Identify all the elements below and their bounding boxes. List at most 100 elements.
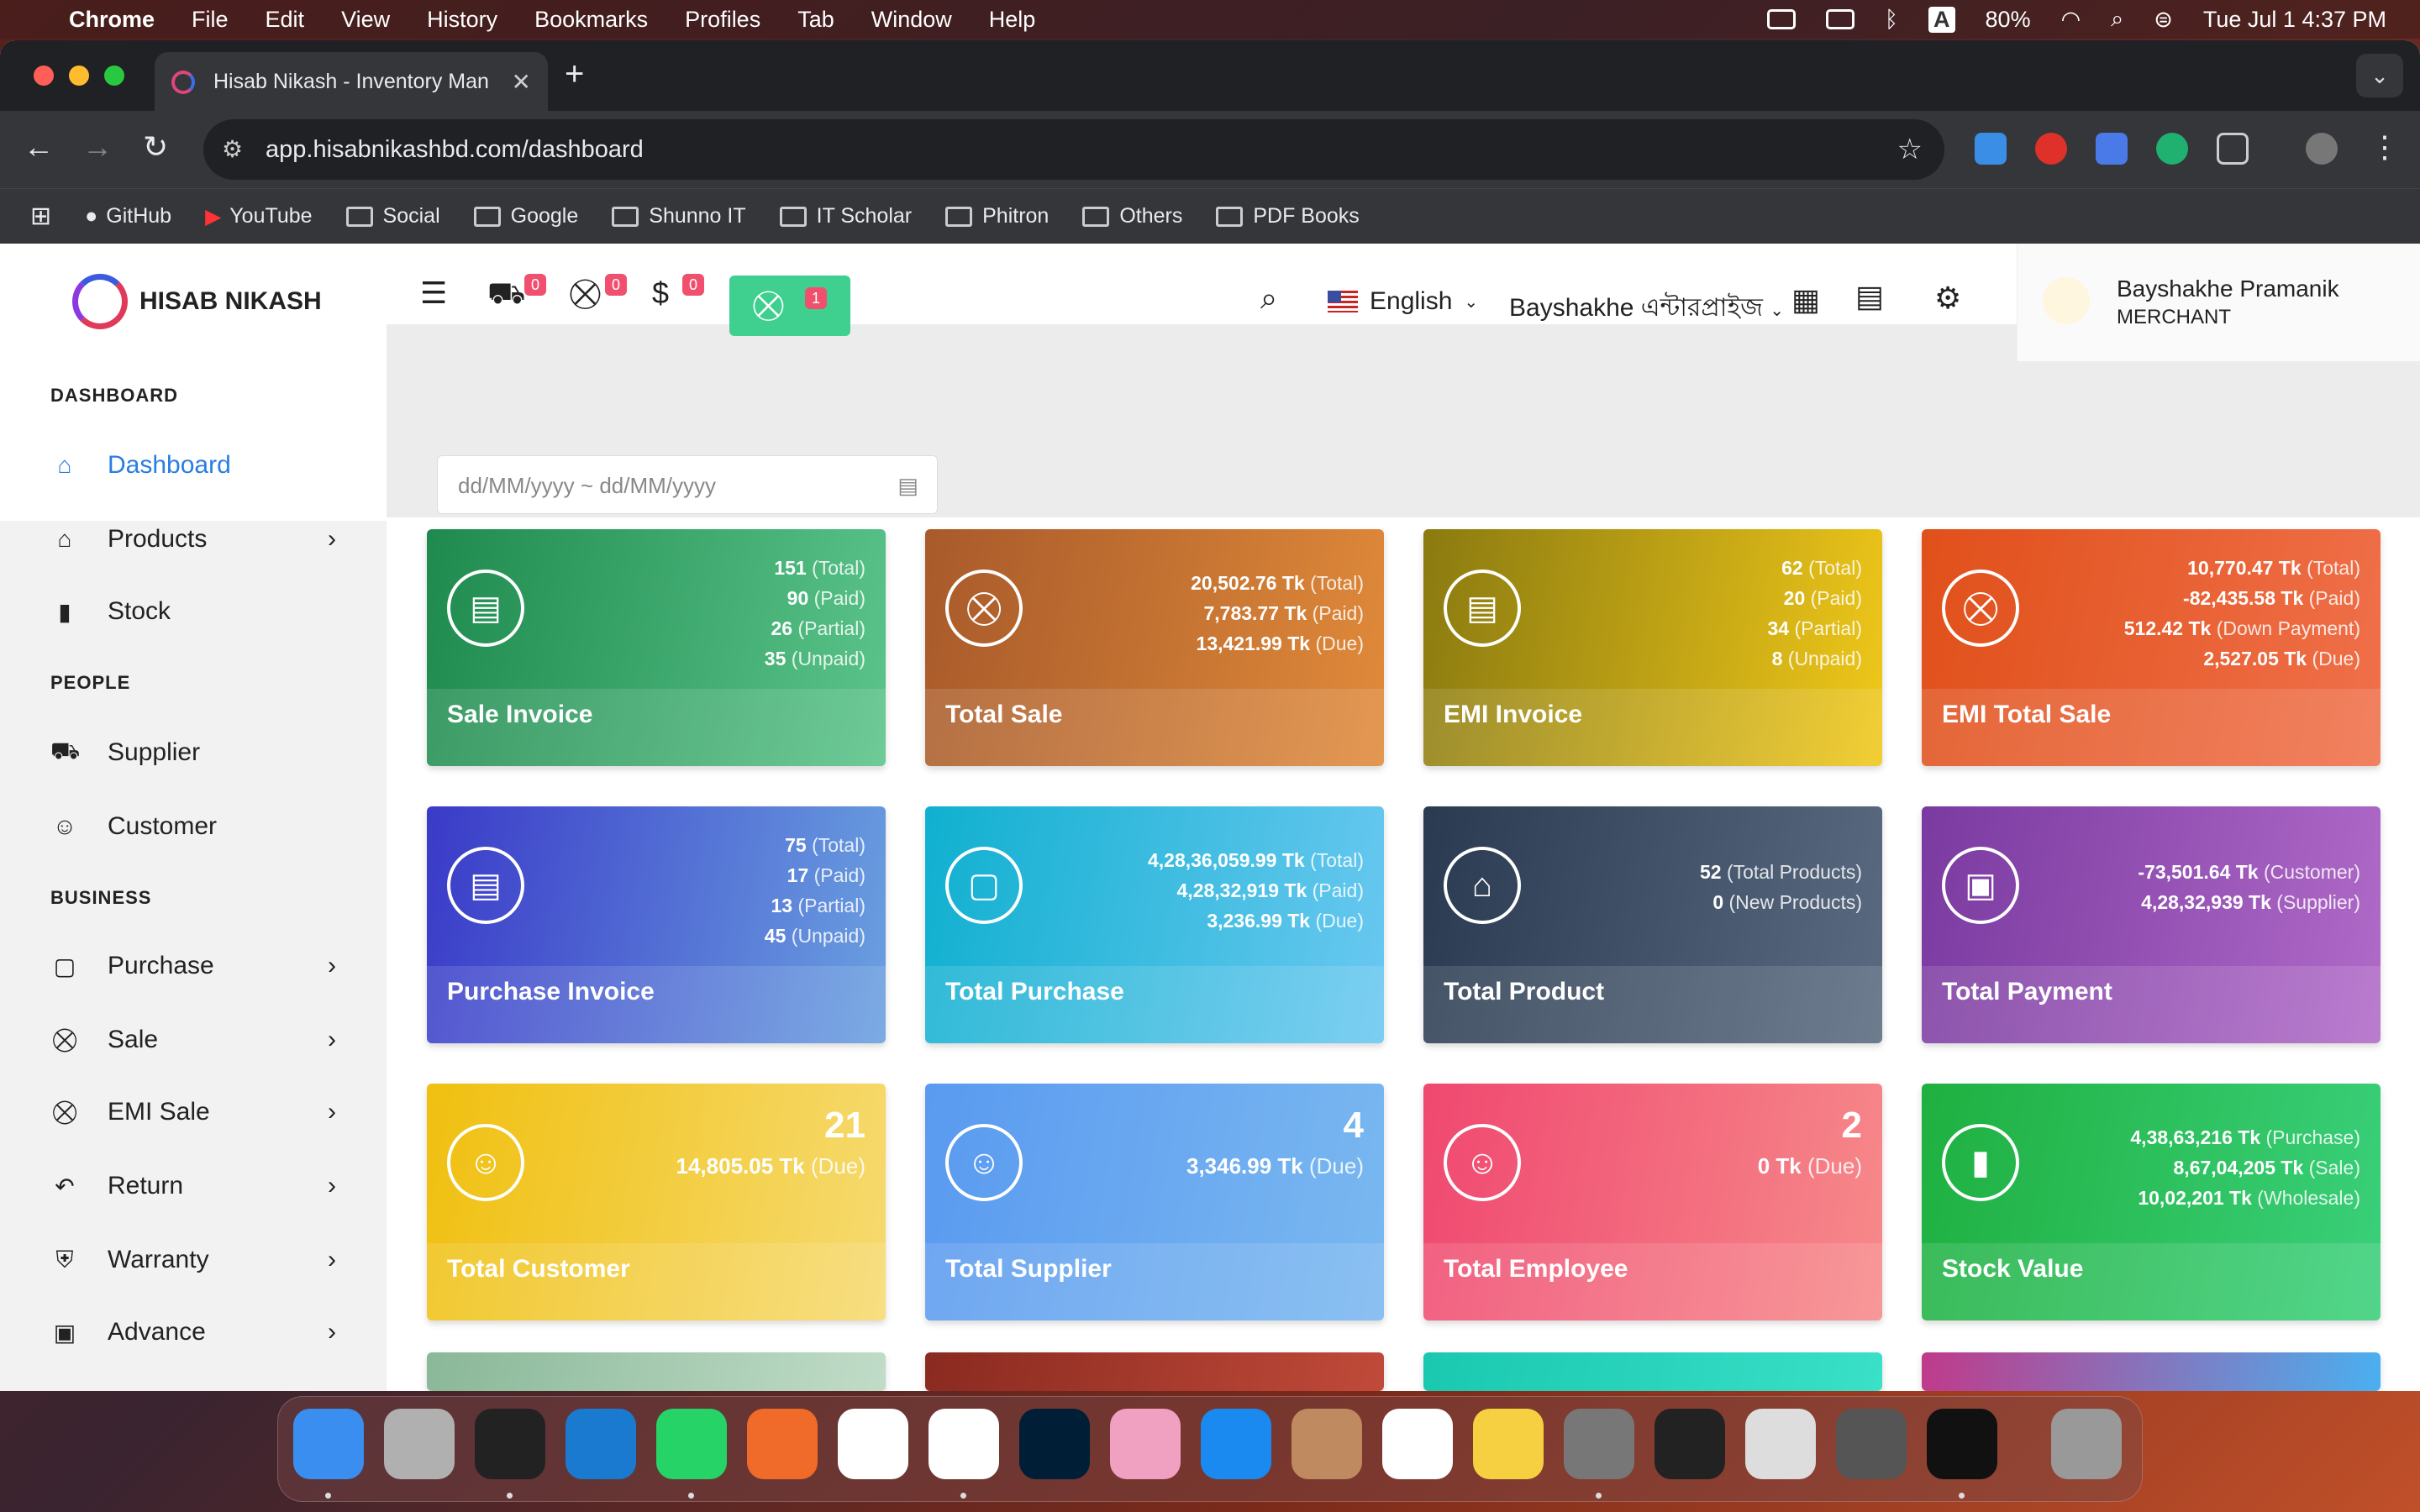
- stat-card-total-purchase[interactable]: ▢ Total Purchase 4,28,36,059.99 Tk (Total)…: [925, 806, 1384, 1043]
- terminal-icon[interactable]: [475, 1409, 545, 1479]
- sidebar-item-dashboard[interactable]: ⌂ Dashboard: [50, 440, 336, 491]
- bookmark-folder-social[interactable]: Social: [345, 204, 440, 228]
- hamburger-menu-icon[interactable]: ☰: [420, 276, 447, 311]
- menu-clock[interactable]: Tue Jul 1 4:37 PM: [2203, 7, 2386, 33]
- business-selector[interactable]: Bayshakhe এন্টারপ্রাইজ ⌄: [1509, 287, 1784, 330]
- system-information-icon[interactable]: [1745, 1409, 1816, 1479]
- input-source-indicator[interactable]: A: [1928, 6, 1955, 33]
- reminders-icon[interactable]: [1382, 1409, 1453, 1479]
- address-bar[interactable]: ⚙ app.hisabnikashbd.com/dashboard ☆: [203, 119, 1944, 180]
- sidebar-item-warranty[interactable]: ⛨ Warranty ›: [50, 1235, 336, 1285]
- stat-card-total-customer[interactable]: ☺ Total Customer 21 14,805.05 Tk (Due): [427, 1084, 886, 1320]
- sidebar-item-purchase[interactable]: ▢ Purchase ›: [50, 941, 336, 991]
- stat-card-partial[interactable]: [427, 1352, 886, 1391]
- delivery-truck-icon[interactable]: ⛟: [487, 276, 525, 315]
- menu-history[interactable]: History: [427, 7, 497, 33]
- bookmark-folder-google[interactable]: Google: [473, 204, 578, 228]
- chrome-icon[interactable]: [929, 1409, 999, 1479]
- whatsapp-icon[interactable]: [656, 1409, 727, 1479]
- activity-monitor-icon[interactable]: [1655, 1409, 1725, 1479]
- bookmark-youtube[interactable]: ▶ YouTube: [205, 204, 312, 229]
- sidebar-item-sale[interactable]: ⛒ Sale ›: [50, 1015, 336, 1065]
- stat-card-partial[interactable]: [1423, 1352, 1882, 1391]
- window-icon[interactable]: [1825, 9, 1854, 29]
- notes-icon[interactable]: [1473, 1409, 1544, 1479]
- extension-icon[interactable]: [2096, 133, 2128, 165]
- stat-card-stock-value[interactable]: ▮ Stock Value 4,38,63,216 Tk (Purchase) 8,6…: [1922, 1084, 2381, 1320]
- menu-file[interactable]: File: [192, 7, 229, 33]
- language-selector[interactable]: English ⌄: [1328, 287, 1478, 316]
- sidebar-item-customer[interactable]: ☺ Customer: [50, 801, 336, 852]
- bookmark-folder-shunno-it[interactable]: Shunno IT: [612, 204, 746, 228]
- control-center-icon[interactable]: ⊜: [2154, 7, 2173, 33]
- settings-gear-icon[interactable]: ⚙: [1934, 281, 1961, 316]
- menu-window[interactable]: Window: [871, 7, 952, 33]
- search-icon[interactable]: ⌕: [1260, 281, 1277, 317]
- menu-edit[interactable]: Edit: [266, 7, 305, 33]
- stat-card-total-product[interactable]: ⌂ Total Product 52 (Total Products) 0 (New …: [1423, 806, 1882, 1043]
- sidebar-item-supplier[interactable]: ⛟ Supplier: [50, 727, 336, 778]
- menu-bookmarks[interactable]: Bookmarks: [534, 7, 648, 33]
- cart-icon[interactable]: ⛒: [570, 276, 601, 312]
- system-settings-icon[interactable]: [1564, 1409, 1634, 1479]
- sidebar-item-return[interactable]: ↶ Return ›: [50, 1161, 336, 1211]
- calculator-icon[interactable]: ▦: [1791, 282, 1820, 318]
- stat-card-purchase-invoice[interactable]: ▤ Purchase Invoice 75 (Total) 17 (Paid) 13 (…: [427, 806, 886, 1043]
- zoom-window-button[interactable]: [104, 66, 124, 86]
- trash-icon[interactable]: [2051, 1409, 2122, 1479]
- sidebar-item-advance[interactable]: ▣ Advance ›: [50, 1307, 336, 1357]
- launchpad-icon[interactable]: [384, 1409, 455, 1479]
- browser-tab[interactable]: Hisab Nikash - Inventory Man ✕: [155, 52, 548, 111]
- bookmark-star-icon[interactable]: ☆: [1897, 119, 1923, 180]
- photoshop-icon[interactable]: [1019, 1409, 1090, 1479]
- bookmark-github[interactable]: ● GitHub: [85, 204, 171, 228]
- contacts-icon[interactable]: [1292, 1409, 1362, 1479]
- close-window-button[interactable]: [34, 66, 54, 86]
- stat-card-emi-invoice[interactable]: ▤ EMI Invoice 62 (Total) 20 (Paid) 34 (Parti…: [1423, 529, 1882, 766]
- finder-icon[interactable]: [293, 1409, 364, 1479]
- extension-icon[interactable]: [2156, 133, 2188, 165]
- stat-card-partial[interactable]: [1922, 1352, 2381, 1391]
- stat-card-sale-invoice[interactable]: ▤ Sale Invoice 151 (Total) 90 (Paid) 26 (Par…: [427, 529, 886, 766]
- date-range-input[interactable]: dd/MM/yyyy ~ dd/MM/yyyy ▤: [437, 455, 938, 514]
- extension-icon[interactable]: [1975, 133, 2007, 165]
- sketch-icon[interactable]: [747, 1409, 818, 1479]
- calendar-icon[interactable]: ▤: [1855, 279, 1884, 314]
- pos-cart-button[interactable]: ⛒ 1: [729, 276, 850, 336]
- stat-card-total-sale[interactable]: ⛒ Total Sale 20,502.76 Tk (Total) 7,783.77 …: [925, 529, 1384, 766]
- back-button[interactable]: ←: [24, 129, 54, 165]
- bluetooth-icon[interactable]: ᛒ: [1885, 7, 1898, 33]
- spotlight-search-icon[interactable]: ⌕: [2111, 6, 2123, 33]
- mongodb-compass-icon[interactable]: [838, 1409, 908, 1479]
- stat-card-total-payment[interactable]: ▣ Total Payment -73,501.64 Tk (Customer) 4,…: [1922, 806, 2381, 1043]
- stat-card-partial[interactable]: [925, 1352, 1384, 1391]
- browser-menu-icon[interactable]: ⋮: [2370, 129, 2400, 165]
- reload-button[interactable]: ↻: [143, 129, 168, 165]
- vscode-icon[interactable]: [566, 1409, 636, 1479]
- stat-card-total-supplier[interactable]: ☺ Total Supplier 4 3,346.99 Tk (Due): [925, 1084, 1384, 1320]
- payment-hand-icon[interactable]: $: [652, 276, 669, 311]
- bookmark-folder-phitron[interactable]: Phitron: [945, 204, 1049, 228]
- terminal-icon[interactable]: [1927, 1409, 1997, 1479]
- extension-icon[interactable]: [2035, 133, 2067, 165]
- calendar-icon[interactable]: ▤: [897, 456, 918, 515]
- menu-tab[interactable]: Tab: [797, 7, 834, 33]
- app-logo[interactable]: HISAB NIKASH: [72, 274, 322, 329]
- screen-icon[interactable]: [1766, 9, 1796, 29]
- profile-avatar[interactable]: [2306, 133, 2338, 165]
- sidebar-item-stock[interactable]: ▮ Stock: [50, 586, 336, 637]
- sidebar-item-emi-sale[interactable]: ⛒ EMI Sale ›: [50, 1087, 336, 1137]
- calculator-icon[interactable]: [1836, 1409, 1907, 1479]
- bookmark-folder-it-scholar[interactable]: IT Scholar: [779, 204, 912, 228]
- wifi-icon[interactable]: ◠: [2061, 7, 2081, 33]
- menu-app-name[interactable]: Chrome: [69, 7, 155, 33]
- sidebar-item-products[interactable]: ⌂ Products ›: [50, 514, 336, 564]
- tab-search-button[interactable]: ⌄: [2356, 54, 2403, 97]
- minimize-window-button[interactable]: [69, 66, 89, 86]
- new-tab-button[interactable]: +: [565, 55, 584, 93]
- forward-button[interactable]: →: [82, 129, 113, 165]
- extensions-puzzle-icon[interactable]: [2217, 133, 2249, 165]
- bookmark-folder-pdf-books[interactable]: PDF Books: [1216, 204, 1360, 228]
- site-info-icon[interactable]: ⚙: [222, 119, 243, 180]
- user-profile-menu[interactable]: Bayshakhe Pramanik MERCHANT: [2017, 244, 2420, 361]
